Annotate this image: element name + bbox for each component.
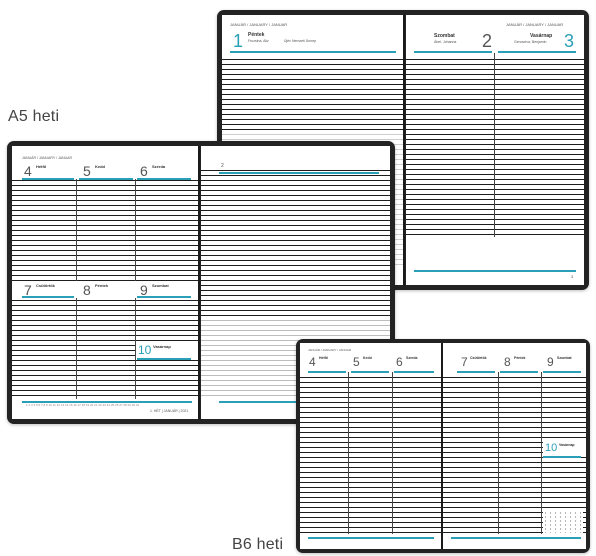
a5-day5-number: 5 xyxy=(83,163,91,179)
a5-day10-number: 10 xyxy=(138,343,152,357)
b6-day4-number: 4 xyxy=(309,355,316,369)
top-right-day3-number: 3 xyxy=(564,31,575,51)
top-right-page-number: 3 xyxy=(571,274,574,279)
b6-day6-name: Szerda xyxy=(406,356,418,360)
top-left-day-number: 1 xyxy=(233,31,244,51)
a5-left-page: JANUÁR / JANUARY / JANUAR 4 Hétfő 5 Kedd… xyxy=(12,146,198,419)
a5-day4-name: Hétfő xyxy=(36,164,47,169)
a5-day6-name: Szerda xyxy=(152,164,166,169)
b6-day10-name: Vasárnap xyxy=(559,443,575,447)
a5-label: A5 heti xyxy=(8,108,60,125)
top-left-day-name: Péntek xyxy=(248,32,265,38)
b6-day5-name: Kedd xyxy=(363,356,372,360)
b6-right-page: 7 Csütörtök 8 Péntek 9 Szombat 10 Vasárn… xyxy=(443,343,586,549)
top-left-day-names: Fruzsina, Aliz xyxy=(248,39,269,43)
b6-day8-name: Péntek xyxy=(514,356,526,360)
a5-day7-name: Csütörtök xyxy=(36,283,55,288)
b6-label: B6 heti xyxy=(232,536,284,553)
top-right-page: JANUÁR / JANUARY / JANUAR 2 Szombat Ábel… xyxy=(406,15,584,285)
a5-day6-number: 6 xyxy=(140,163,148,179)
b6-day5-number: 5 xyxy=(353,355,360,369)
a5-note-page-number: 2 xyxy=(221,163,224,169)
b6-day9-number: 9 xyxy=(547,355,554,369)
top-right-day3-name: Vasárnap xyxy=(530,33,553,39)
b6-day7-number: 7 xyxy=(461,355,468,369)
a5-footer-week: 1. HÉT | JANUÁR | 2021 xyxy=(150,409,189,413)
b6-left-page: JANUÁR / JANUARY / JANUAR 4 Hétfő 5 Kedd… xyxy=(300,343,441,549)
b6-mini-calendar xyxy=(543,511,583,533)
a5-day7-number: 7 xyxy=(24,282,32,298)
b6-day9-name: Szombat xyxy=(557,356,572,360)
a5-day5-name: Kedd xyxy=(95,164,105,169)
top-right-day2-number: 2 xyxy=(482,31,493,51)
a5-day9-number: 9 xyxy=(140,282,148,298)
b6-planner: JANUÁR / JANUARY / JANUAR 4 Hétfő 5 Kedd… xyxy=(296,339,590,553)
a5-day4-number: 4 xyxy=(24,163,32,179)
b6-day10-number: 10 xyxy=(545,442,558,454)
top-right-day2-name: Szombat xyxy=(434,33,455,39)
top-left-day-note: Újév Nemzeti Ünnep xyxy=(284,39,317,43)
a5-day10-name: Vasárnap xyxy=(153,344,171,349)
a5-day8-number: 8 xyxy=(83,282,91,298)
b6-day6-number: 6 xyxy=(396,355,403,369)
b6-day8-number: 8 xyxy=(504,355,511,369)
a5-day9-name: Szombat xyxy=(152,283,169,288)
b6-day4-name: Hétfő xyxy=(319,356,328,360)
b6-day7-name: Csütörtök xyxy=(470,356,487,360)
a5-day8-name: Péntek xyxy=(95,283,109,288)
top-left-header-date: JANUÁR / JANUARY / JANUAR xyxy=(230,22,288,27)
